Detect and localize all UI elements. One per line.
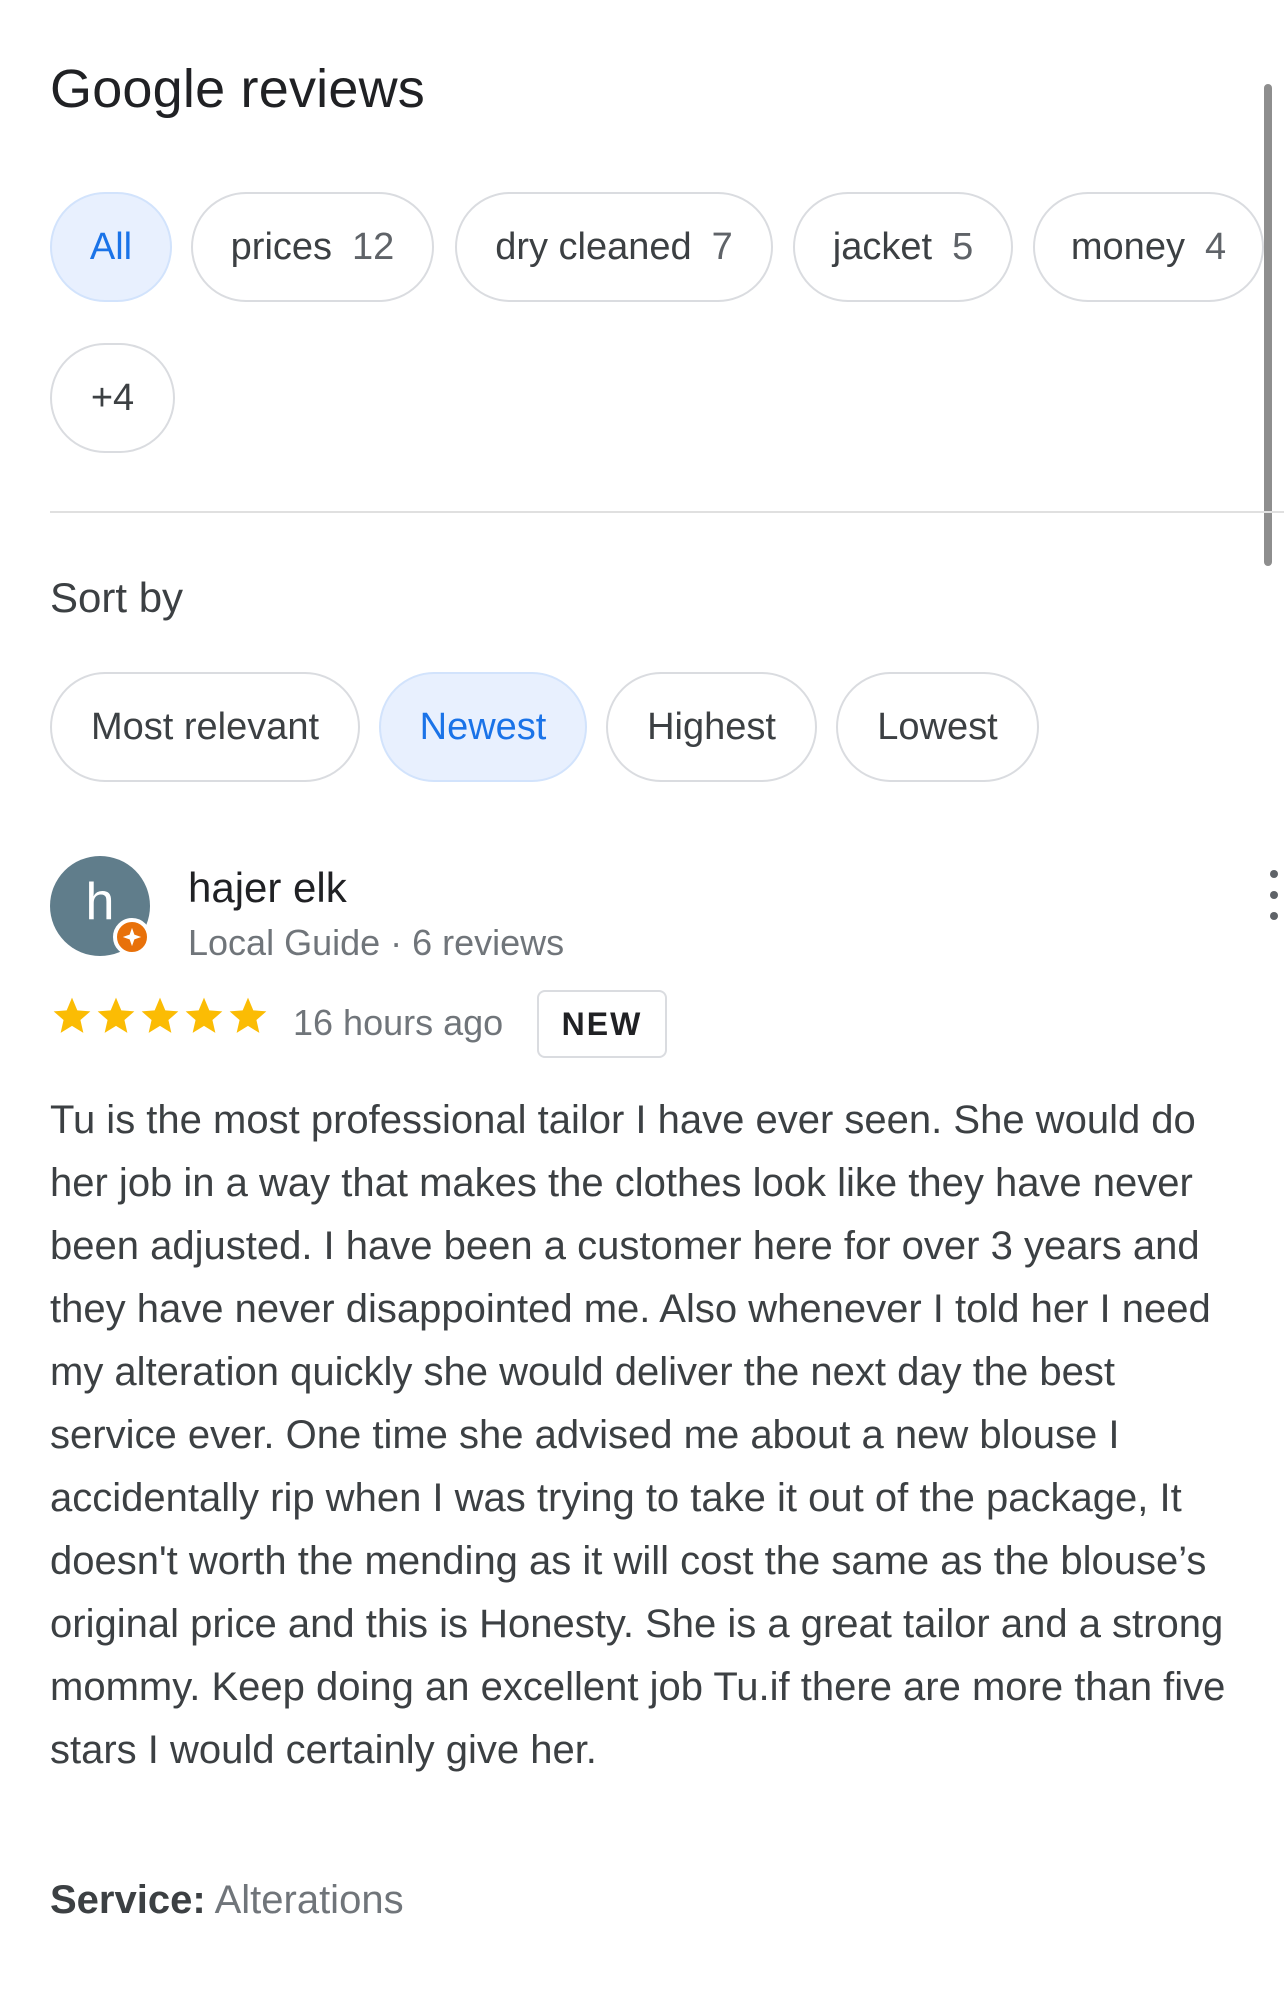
sort-option-label: Most relevant	[90, 705, 320, 748]
topic-chip-label: money	[1070, 225, 1185, 268]
sort-highest-button[interactable]: Highest	[606, 672, 817, 782]
star-icon	[229, 997, 267, 1033]
topic-chip-dry-cleaned[interactable]: dry cleaned 7	[455, 192, 773, 302]
star-icon	[141, 997, 179, 1033]
sort-label: Sort by	[50, 574, 184, 621]
reviewer-name[interactable]: hajer elk	[188, 864, 347, 912]
sort-option-label: Highest	[647, 705, 776, 748]
reviews-panel: Google reviews All prices 12 dry cleaned…	[0, 0, 1284, 1990]
sort-option-label: Newest	[419, 705, 547, 748]
topic-chip-count: 7	[711, 225, 733, 268]
topic-chip-money[interactable]: money 4	[1033, 192, 1264, 302]
sort-lowest-button[interactable]: Lowest	[836, 672, 1039, 782]
avatar-letter: h	[85, 873, 115, 931]
sort-newest-button[interactable]: Newest	[379, 672, 587, 782]
local-guide-icon	[113, 918, 151, 956]
topic-chip-label: All	[89, 225, 133, 268]
sort-most-relevant-button[interactable]: Most relevant	[50, 672, 360, 782]
new-badge: NEW	[537, 990, 667, 1058]
star-icon	[97, 997, 135, 1033]
service-line: Service: Alterations	[50, 1878, 404, 1923]
more-vert-icon[interactable]	[1264, 870, 1284, 920]
star-icon	[53, 997, 91, 1033]
review-text: Tu is the most professional tailor I hav…	[50, 1098, 1226, 1772]
service-label: Service:	[50, 1878, 206, 1922]
topic-chip-all[interactable]: All	[50, 192, 172, 302]
star-rating	[50, 994, 270, 1038]
scrollbar[interactable]	[1264, 84, 1272, 566]
topic-chip-more[interactable]: +4	[50, 343, 175, 453]
topic-chip-count: 12	[352, 225, 395, 268]
reviewer-meta: Local Guide · 6 reviews	[188, 922, 565, 963]
review-time: 16 hours ago	[293, 1002, 504, 1043]
topic-chip-label: jacket	[832, 225, 933, 268]
topic-chip-label: dry cleaned	[495, 225, 692, 268]
topic-chip-jacket[interactable]: jacket 5	[793, 192, 1013, 302]
page-title: Google reviews	[50, 59, 425, 119]
divider	[50, 511, 1284, 513]
topic-chip-count: 4	[1204, 225, 1227, 268]
star-icon	[185, 997, 223, 1033]
topic-chip-count: 5	[952, 225, 974, 268]
sort-option-label: Lowest	[877, 705, 998, 748]
topic-chip-label: prices	[230, 225, 333, 268]
topic-chip-prices[interactable]: prices 12	[191, 192, 434, 302]
service-value: Alterations	[214, 1878, 404, 1922]
topic-chip-label: +4	[90, 376, 135, 419]
